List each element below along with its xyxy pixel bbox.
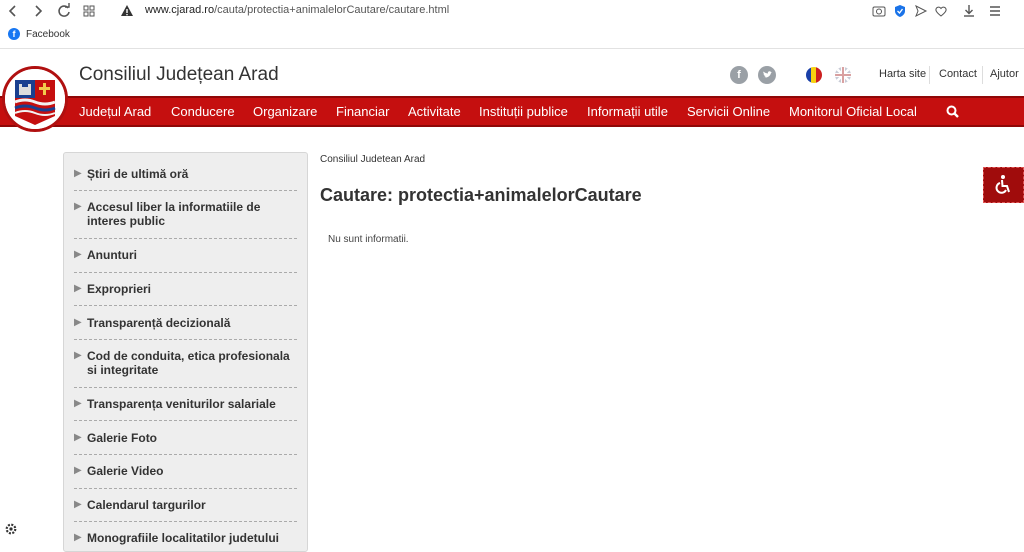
sidebar-item-galerie-video[interactable]: ▶ Galerie Video <box>74 464 297 478</box>
warning-icon[interactable] <box>118 2 136 20</box>
chevron-right-icon: ▶ <box>74 283 82 294</box>
chevron-right-icon: ▶ <box>74 168 82 179</box>
download-icon[interactable] <box>960 2 978 20</box>
url-domain: www.cjarad.ro <box>145 4 215 16</box>
chevron-right-icon: ▶ <box>74 499 82 510</box>
sidebar-item-label: Transparență decizională <box>87 316 231 330</box>
contact-link[interactable]: Contact <box>939 68 977 80</box>
sidebar-item-venituri-salariale[interactable]: ▶ Transparența veniturilor salariale <box>74 397 297 411</box>
divider <box>74 272 297 273</box>
back-icon[interactable] <box>4 2 22 20</box>
search-icon[interactable] <box>945 104 961 120</box>
sidebar-item-galerie-foto[interactable]: ▶ Galerie Foto <box>74 431 297 445</box>
heart-icon[interactable] <box>932 2 950 20</box>
no-results-message: Nu sunt informatii. <box>328 234 409 245</box>
sidebar-item-label: Calendarul targurilor <box>87 498 206 512</box>
chevron-right-icon: ▶ <box>74 249 82 260</box>
english-flag-icon[interactable] <box>835 67 851 83</box>
sidebar-item-transparenta-decizionala[interactable]: ▶ Transparență decizională <box>74 316 297 330</box>
sidebar-item-stiri[interactable]: ▶ Știri de ultimă oră <box>74 167 297 181</box>
divider <box>74 305 297 306</box>
sidebar-item-label: Știri de ultimă oră <box>87 167 189 181</box>
divider <box>74 488 297 489</box>
nav-institutii-publice[interactable]: Instituții publice <box>479 104 568 119</box>
sidebar-item-anunturi[interactable]: ▶ Anunturi <box>74 248 297 262</box>
divider <box>74 190 297 191</box>
sidebar-item-label: Galerie Foto <box>87 431 158 445</box>
sidebar-item-acces-informatii[interactable]: ▶ Accesul liber la informatiile de inter… <box>74 200 297 228</box>
divider <box>74 238 297 239</box>
divider <box>74 521 297 522</box>
nav-monitorul-oficial-local[interactable]: Monitorul Oficial Local <box>789 104 917 119</box>
nav-organizare[interactable]: Organizare <box>253 104 317 119</box>
link-divider <box>982 66 983 84</box>
bookmark-label: Facebook <box>26 28 70 40</box>
sidebar-item-label: Monografiile localitatilor judetului <box>87 531 280 545</box>
menu-icon[interactable] <box>986 2 1004 20</box>
sidebar-item-label: Transparența veniturilor salariale <box>87 397 276 411</box>
main-navigation: Județul Arad Conducere Organizare Financ… <box>0 96 1024 127</box>
nav-informatii-utile[interactable]: Informații utile <box>587 104 668 119</box>
chevron-right-icon: ▶ <box>74 398 82 409</box>
link-divider <box>929 66 930 84</box>
chevron-right-icon: ▶ <box>74 350 82 361</box>
chevron-right-icon: ▶ <box>74 532 82 543</box>
sidebar-item-exproprieri[interactable]: ▶ Exproprieri <box>74 282 297 296</box>
browser-chrome: www.cjarad.ro/cauta/protectia+animalelor… <box>0 0 1024 49</box>
nav-activitate[interactable]: Activitate <box>408 104 461 119</box>
camera-icon[interactable] <box>870 2 888 20</box>
tabs-grid-icon[interactable] <box>80 2 98 20</box>
wheelchair-icon <box>984 175 1023 206</box>
url-path: /cauta/protectia+animalelorCautare/cauta… <box>214 4 450 16</box>
twitter-icon[interactable] <box>758 66 776 84</box>
address-bar[interactable]: www.cjarad.ro/cauta/protectia+animalelor… <box>145 4 449 16</box>
sidebar-item-label: Cod de conduita, etica profesionala si i… <box>87 349 290 377</box>
bookmarks-bar: f Facebook <box>0 25 1024 45</box>
help-link[interactable]: Ajutor <box>990 68 1019 80</box>
sidebar-item-calendar-targuri[interactable]: ▶ Calendarul targurilor <box>74 498 297 512</box>
sidebar-item-label: Exproprieri <box>87 282 152 296</box>
send-icon[interactable] <box>912 2 930 20</box>
shield-icon[interactable] <box>891 2 909 20</box>
divider <box>74 387 297 388</box>
romanian-flag-icon[interactable] <box>806 67 822 83</box>
browser-toolbar: www.cjarad.ro/cauta/protectia+animalelor… <box>0 0 1024 22</box>
breadcrumb[interactable]: Consiliul Judetean Arad <box>320 154 425 165</box>
nav-conducere[interactable]: Conducere <box>171 104 235 119</box>
sidebar-item-monografii[interactable]: ▶ Monografiile localitatilor judetului <box>74 531 297 545</box>
forward-icon[interactable] <box>29 2 47 20</box>
sidebar-menu: ▶ Știri de ultimă oră ▶ Accesul liber la… <box>63 152 308 552</box>
chevron-right-icon: ▶ <box>74 465 82 476</box>
accessibility-button[interactable] <box>983 167 1024 203</box>
nav-financiar[interactable]: Financiar <box>336 104 389 119</box>
nav-servicii-online[interactable]: Servicii Online <box>687 104 770 119</box>
sidebar-item-label: Accesul liber la informatiile de interes… <box>87 200 261 228</box>
sitemap-link[interactable]: Harta site <box>879 68 926 80</box>
site-logo[interactable] <box>2 66 68 132</box>
sidebar-item-label: Galerie Video <box>87 464 164 478</box>
facebook-icon[interactable]: f <box>730 66 748 84</box>
reload-icon[interactable] <box>55 2 73 20</box>
chevron-right-icon: ▶ <box>74 317 82 328</box>
page-title: Cautare: protectia+animalelorCautare <box>320 185 642 205</box>
chevron-right-icon: ▶ <box>74 432 82 443</box>
nav-judetul-arad[interactable]: Județul Arad <box>79 104 151 119</box>
bookmark-facebook[interactable]: f Facebook <box>8 28 70 40</box>
divider <box>74 420 297 421</box>
settings-gear-icon[interactable] <box>4 522 18 536</box>
divider <box>74 339 297 340</box>
facebook-icon: f <box>8 28 20 40</box>
site-title[interactable]: Consiliul Județean Arad <box>79 64 279 86</box>
chevron-right-icon: ▶ <box>74 201 82 212</box>
sidebar-item-cod-conduita[interactable]: ▶ Cod de conduita, etica profesionala si… <box>74 349 297 377</box>
divider <box>74 454 297 455</box>
sidebar-item-label: Anunturi <box>87 248 137 262</box>
